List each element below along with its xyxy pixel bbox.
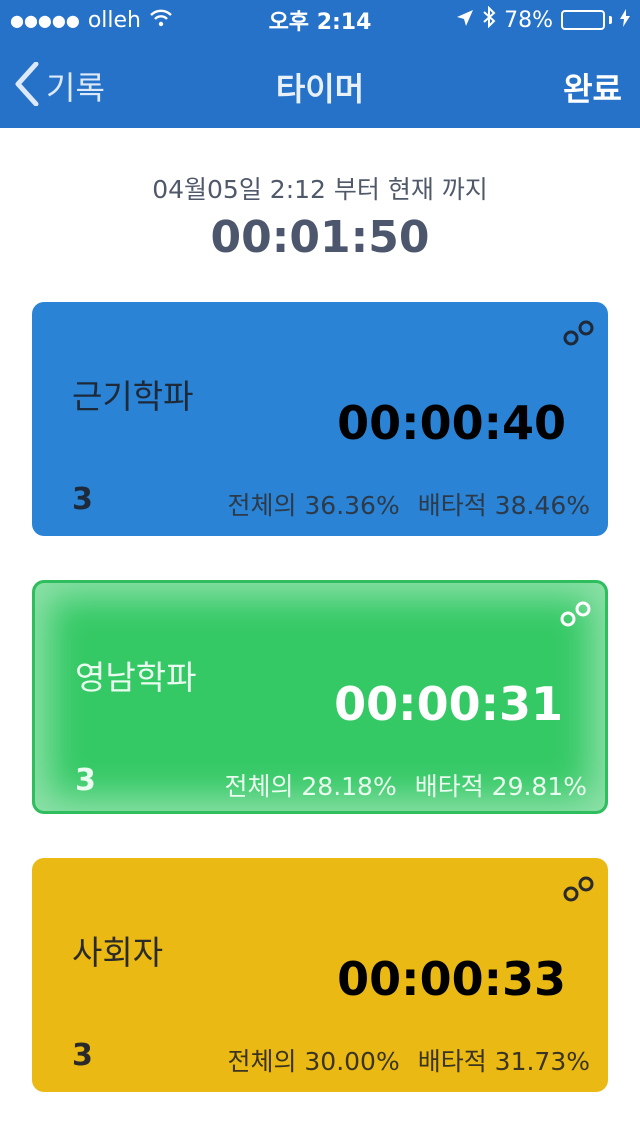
overall-percent: 전체의 36.36% <box>227 491 400 520</box>
link-icon[interactable] <box>562 874 596 904</box>
overall-percent: 전체의 30.00% <box>227 1047 400 1076</box>
speaker-time: 00:00:31 <box>334 677 563 731</box>
bluetooth-icon <box>482 5 496 34</box>
link-icon[interactable] <box>562 318 596 348</box>
link-icon[interactable] <box>559 599 593 629</box>
exclusive-percent: 배타적 38.46% <box>417 491 590 520</box>
overall-percent: 전체의 28.18% <box>224 772 397 801</box>
speaker-stats: 전체의 36.36% 배타적 38.46% <box>227 486 590 522</box>
speaker-name: 사회자 <box>72 933 164 972</box>
speaker-count: 3 <box>72 482 93 517</box>
total-elapsed-time: 00:01:50 <box>210 212 430 263</box>
speaker-card[interactable]: 근기학파 00:00:40 3 전체의 36.36% 배타적 38.46% <box>32 302 608 536</box>
speaker-card-active[interactable]: 영남학파 00:00:31 3 전체의 28.18% 배타적 29.81% <box>32 580 608 814</box>
charging-bolt-icon <box>620 8 630 33</box>
speaker-stats: 전체의 28.18% 배타적 29.81% <box>224 767 587 803</box>
speaker-name: 근기학파 <box>72 377 194 416</box>
navigation-bar: 기록 타이머 완료 <box>0 40 640 128</box>
carrier-label: olleh <box>87 7 141 33</box>
wifi-icon <box>149 8 173 33</box>
speaker-stats: 전체의 30.00% 배타적 31.73% <box>227 1042 590 1078</box>
speaker-time: 00:00:40 <box>337 396 566 450</box>
status-left: ●●●●● olleh <box>10 8 173 33</box>
signal-strength-icon: ●●●●● <box>10 10 80 30</box>
speaker-card[interactable]: 사회자 00:00:33 3 전체의 30.00% 배타적 31.73% <box>32 858 608 1092</box>
back-button[interactable]: 기록 <box>14 61 105 110</box>
location-arrow-icon <box>456 8 474 33</box>
time-range-text: 04월05일 2:12 부터 현재 까지 <box>152 175 488 204</box>
status-right: 78% <box>456 5 630 34</box>
status-bar: ●●●●● olleh 오후 2:14 78% <box>0 0 640 40</box>
done-button[interactable]: 완료 <box>563 64 622 110</box>
exclusive-percent: 배타적 29.81% <box>414 772 587 801</box>
speaker-count: 3 <box>75 763 96 798</box>
speaker-count: 3 <box>72 1038 93 1073</box>
speaker-time: 00:00:33 <box>337 952 566 1006</box>
battery-icon <box>561 10 612 30</box>
exclusive-percent: 배타적 31.73% <box>417 1047 590 1076</box>
speaker-name: 영남학파 <box>75 658 197 697</box>
back-button-label: 기록 <box>46 69 105 107</box>
timer-summary: 04월05일 2:12 부터 현재 까지 00:01:50 <box>0 170 640 263</box>
chevron-left-icon <box>14 61 40 110</box>
battery-percent: 78% <box>504 7 553 33</box>
